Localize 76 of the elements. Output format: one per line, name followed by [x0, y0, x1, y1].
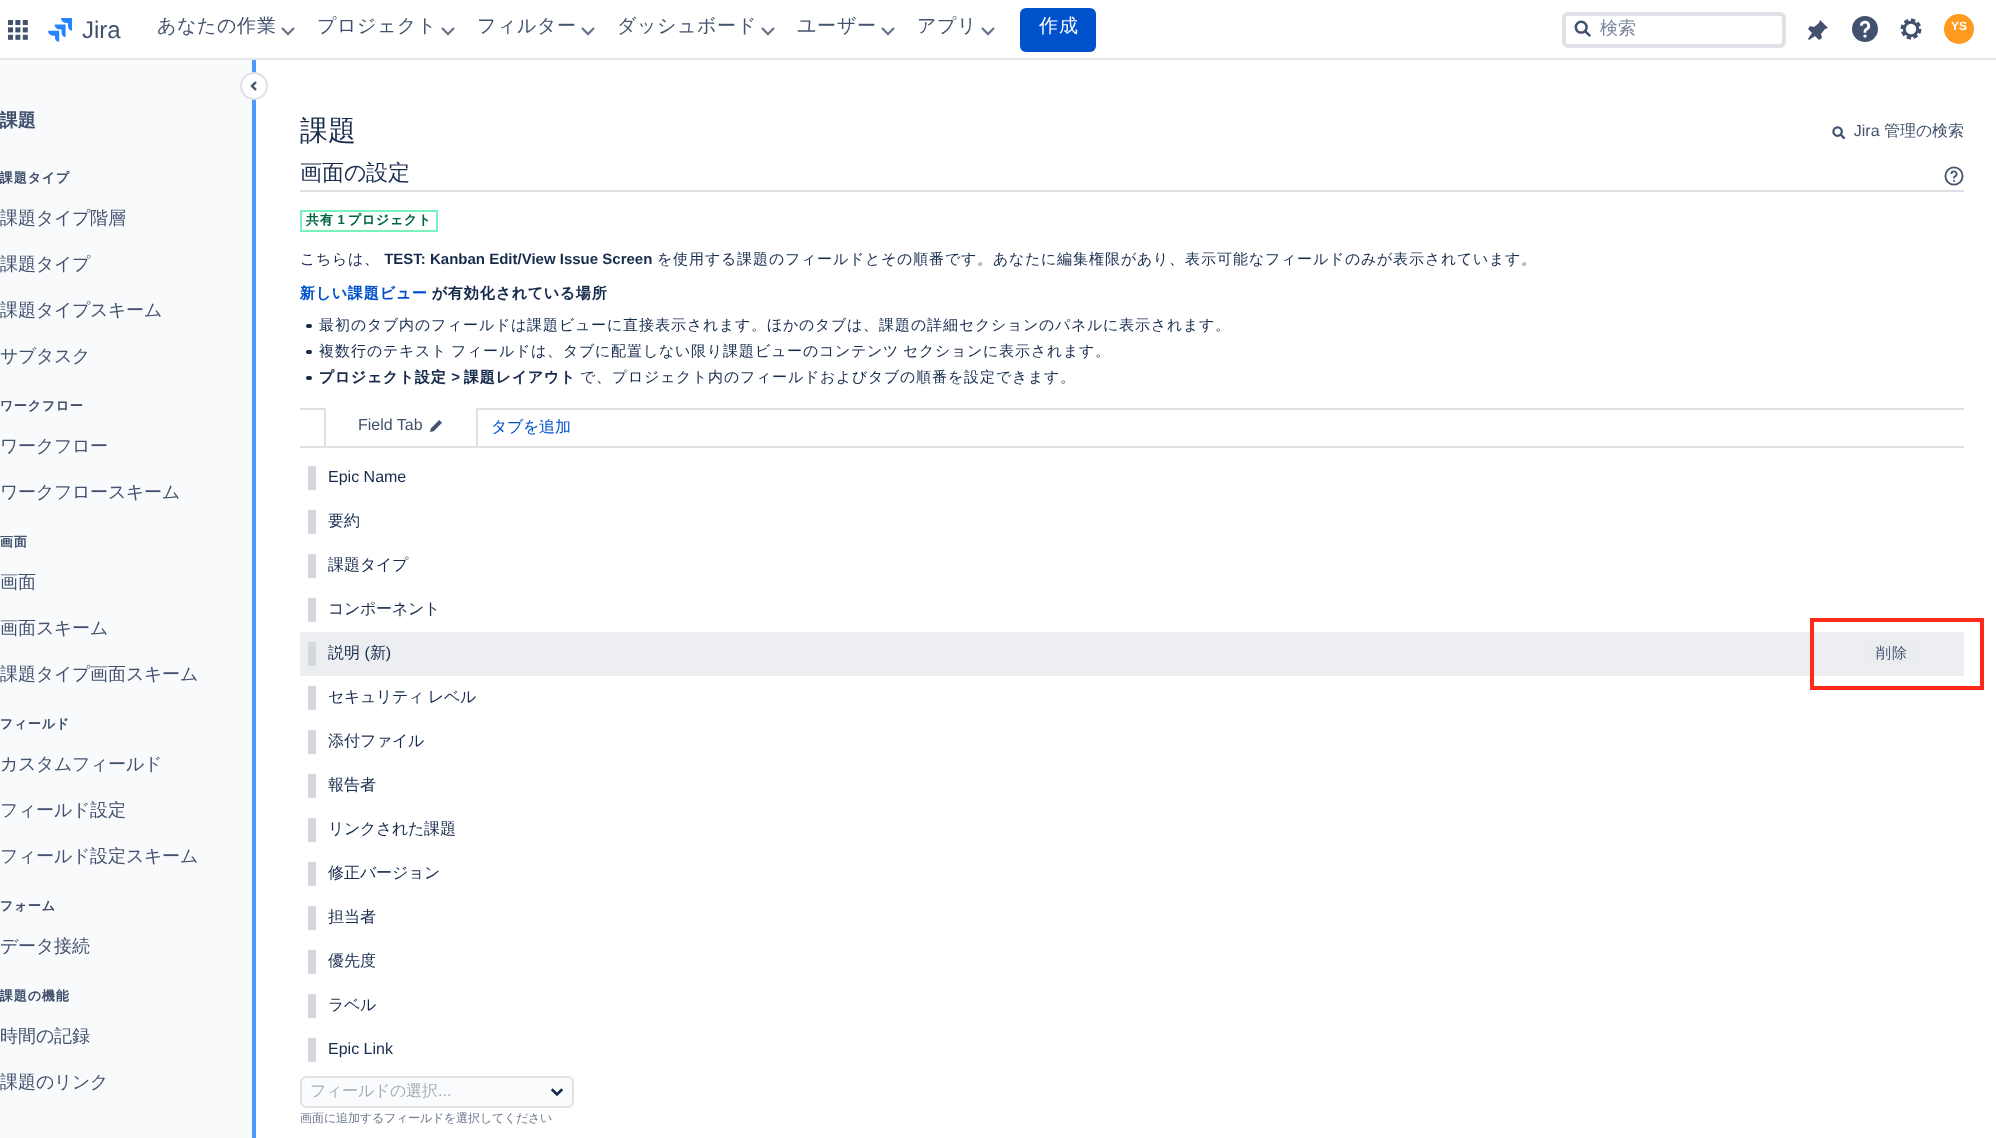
page-title: 課題	[300, 112, 356, 148]
sidebar-item[interactable]: 画面	[0, 569, 36, 597]
drag-handle[interactable]	[308, 861, 316, 885]
nav-menu[interactable]: あなたの作業	[156, 14, 297, 44]
settings-icon[interactable]	[1898, 16, 1924, 42]
drag-handle[interactable]	[308, 729, 316, 753]
logo-text[interactable]: Jira	[82, 11, 121, 47]
field-name: Epic Name	[328, 465, 407, 489]
sidebar-item[interactable]: ワークフロースキーム	[0, 479, 180, 507]
drag-handle[interactable]	[308, 949, 316, 973]
create-button[interactable]: 作成	[1020, 7, 1097, 51]
chevron-left-icon	[248, 80, 260, 92]
chevron-down-icon	[980, 21, 997, 37]
pencil-icon	[428, 418, 445, 434]
search-icon	[1831, 125, 1846, 139]
sidebar-item[interactable]: カスタムフィールド	[0, 751, 162, 779]
sidebar-item[interactable]: 課題タイプ階層	[0, 205, 126, 233]
add-tab-link[interactable]: タブを追加	[490, 407, 571, 445]
sidebar-item[interactable]: 画面スキーム	[0, 615, 108, 643]
help-icon[interactable]	[1852, 16, 1878, 42]
chevron-down-icon	[550, 1084, 564, 1098]
sidebar-item[interactable]: データ接続	[0, 933, 90, 961]
sidebar-item[interactable]: フィールド設定	[0, 797, 126, 825]
drag-handle[interactable]	[308, 905, 316, 929]
field-name: 優先度	[328, 949, 376, 973]
sidebar-item[interactable]: フィールド設定スキーム	[0, 843, 198, 871]
tab[interactable]: Field Tab	[324, 407, 479, 445]
field-name: ラベル	[328, 993, 376, 1017]
app-switcher-icon[interactable]	[8, 19, 28, 39]
drag-handle[interactable]	[308, 509, 316, 533]
collapse-sidebar-button[interactable]	[240, 72, 268, 100]
field-name: リンクされた課題	[328, 817, 456, 841]
nav-menu[interactable]: ユーザー	[796, 14, 897, 44]
field-name: 報告者	[328, 773, 376, 797]
sidebar-item[interactable]: ワークフロー	[0, 433, 108, 461]
sidebar-item[interactable]: 時間の記録	[0, 1023, 90, 1051]
drag-handle[interactable]	[308, 685, 316, 709]
sidebar-item[interactable]: サブタスク	[0, 343, 90, 371]
chevron-down-icon	[440, 21, 457, 37]
logo-icon	[48, 16, 74, 42]
section-title: 画面の設定	[300, 162, 410, 188]
admin-search-link[interactable]: Jira 管理の検索	[1831, 120, 1964, 144]
notification-icon[interactable]	[1806, 17, 1830, 41]
drag-handle[interactable]	[308, 553, 316, 577]
field-name: 修正バージョン	[328, 861, 440, 885]
search-field[interactable]: 検索	[1562, 11, 1786, 47]
drag-handle[interactable]	[308, 597, 316, 621]
field-name: Epic Link	[328, 1037, 393, 1061]
nav-menu[interactable]: アプリ	[916, 14, 997, 44]
field-name: コンポーネント	[328, 597, 440, 621]
field-name: 課題タイプ	[328, 553, 408, 577]
chevron-down-icon	[880, 21, 897, 37]
drag-handle[interactable]	[308, 773, 316, 797]
field-name: 添付ファイル	[328, 729, 424, 753]
nav-menu[interactable]: プロジェクト	[316, 14, 457, 44]
drag-handle[interactable]	[308, 465, 316, 489]
field-name: 担当者	[328, 905, 376, 929]
field-name: 説明 (新)	[328, 641, 392, 665]
field-name: 要約	[328, 509, 360, 533]
search-icon	[1574, 20, 1592, 38]
sidebar-item[interactable]: 課題のリンク	[0, 1069, 108, 1097]
drag-handle[interactable]	[308, 1037, 316, 1061]
chevron-down-icon	[280, 21, 297, 37]
nav-menu[interactable]: ダッシュボード	[616, 14, 777, 44]
sidebar-item[interactable]: 課題タイプ	[0, 251, 90, 279]
sidebar-title: 課題	[0, 108, 38, 134]
chevron-down-icon	[580, 21, 597, 37]
drag-handle[interactable]	[308, 817, 316, 841]
field-name: セキュリティ レベル	[328, 685, 477, 709]
nav-menu[interactable]: フィルター	[476, 14, 597, 44]
chevron-down-icon	[760, 21, 777, 37]
help-icon[interactable]	[1944, 166, 1964, 186]
sidebar-item[interactable]: 課題タイプスキーム	[0, 297, 162, 325]
drag-handle[interactable]	[308, 993, 316, 1017]
sidebar-item[interactable]: 課題タイプ画面スキーム	[0, 661, 198, 689]
search-input[interactable]: 検索	[1600, 15, 1760, 43]
